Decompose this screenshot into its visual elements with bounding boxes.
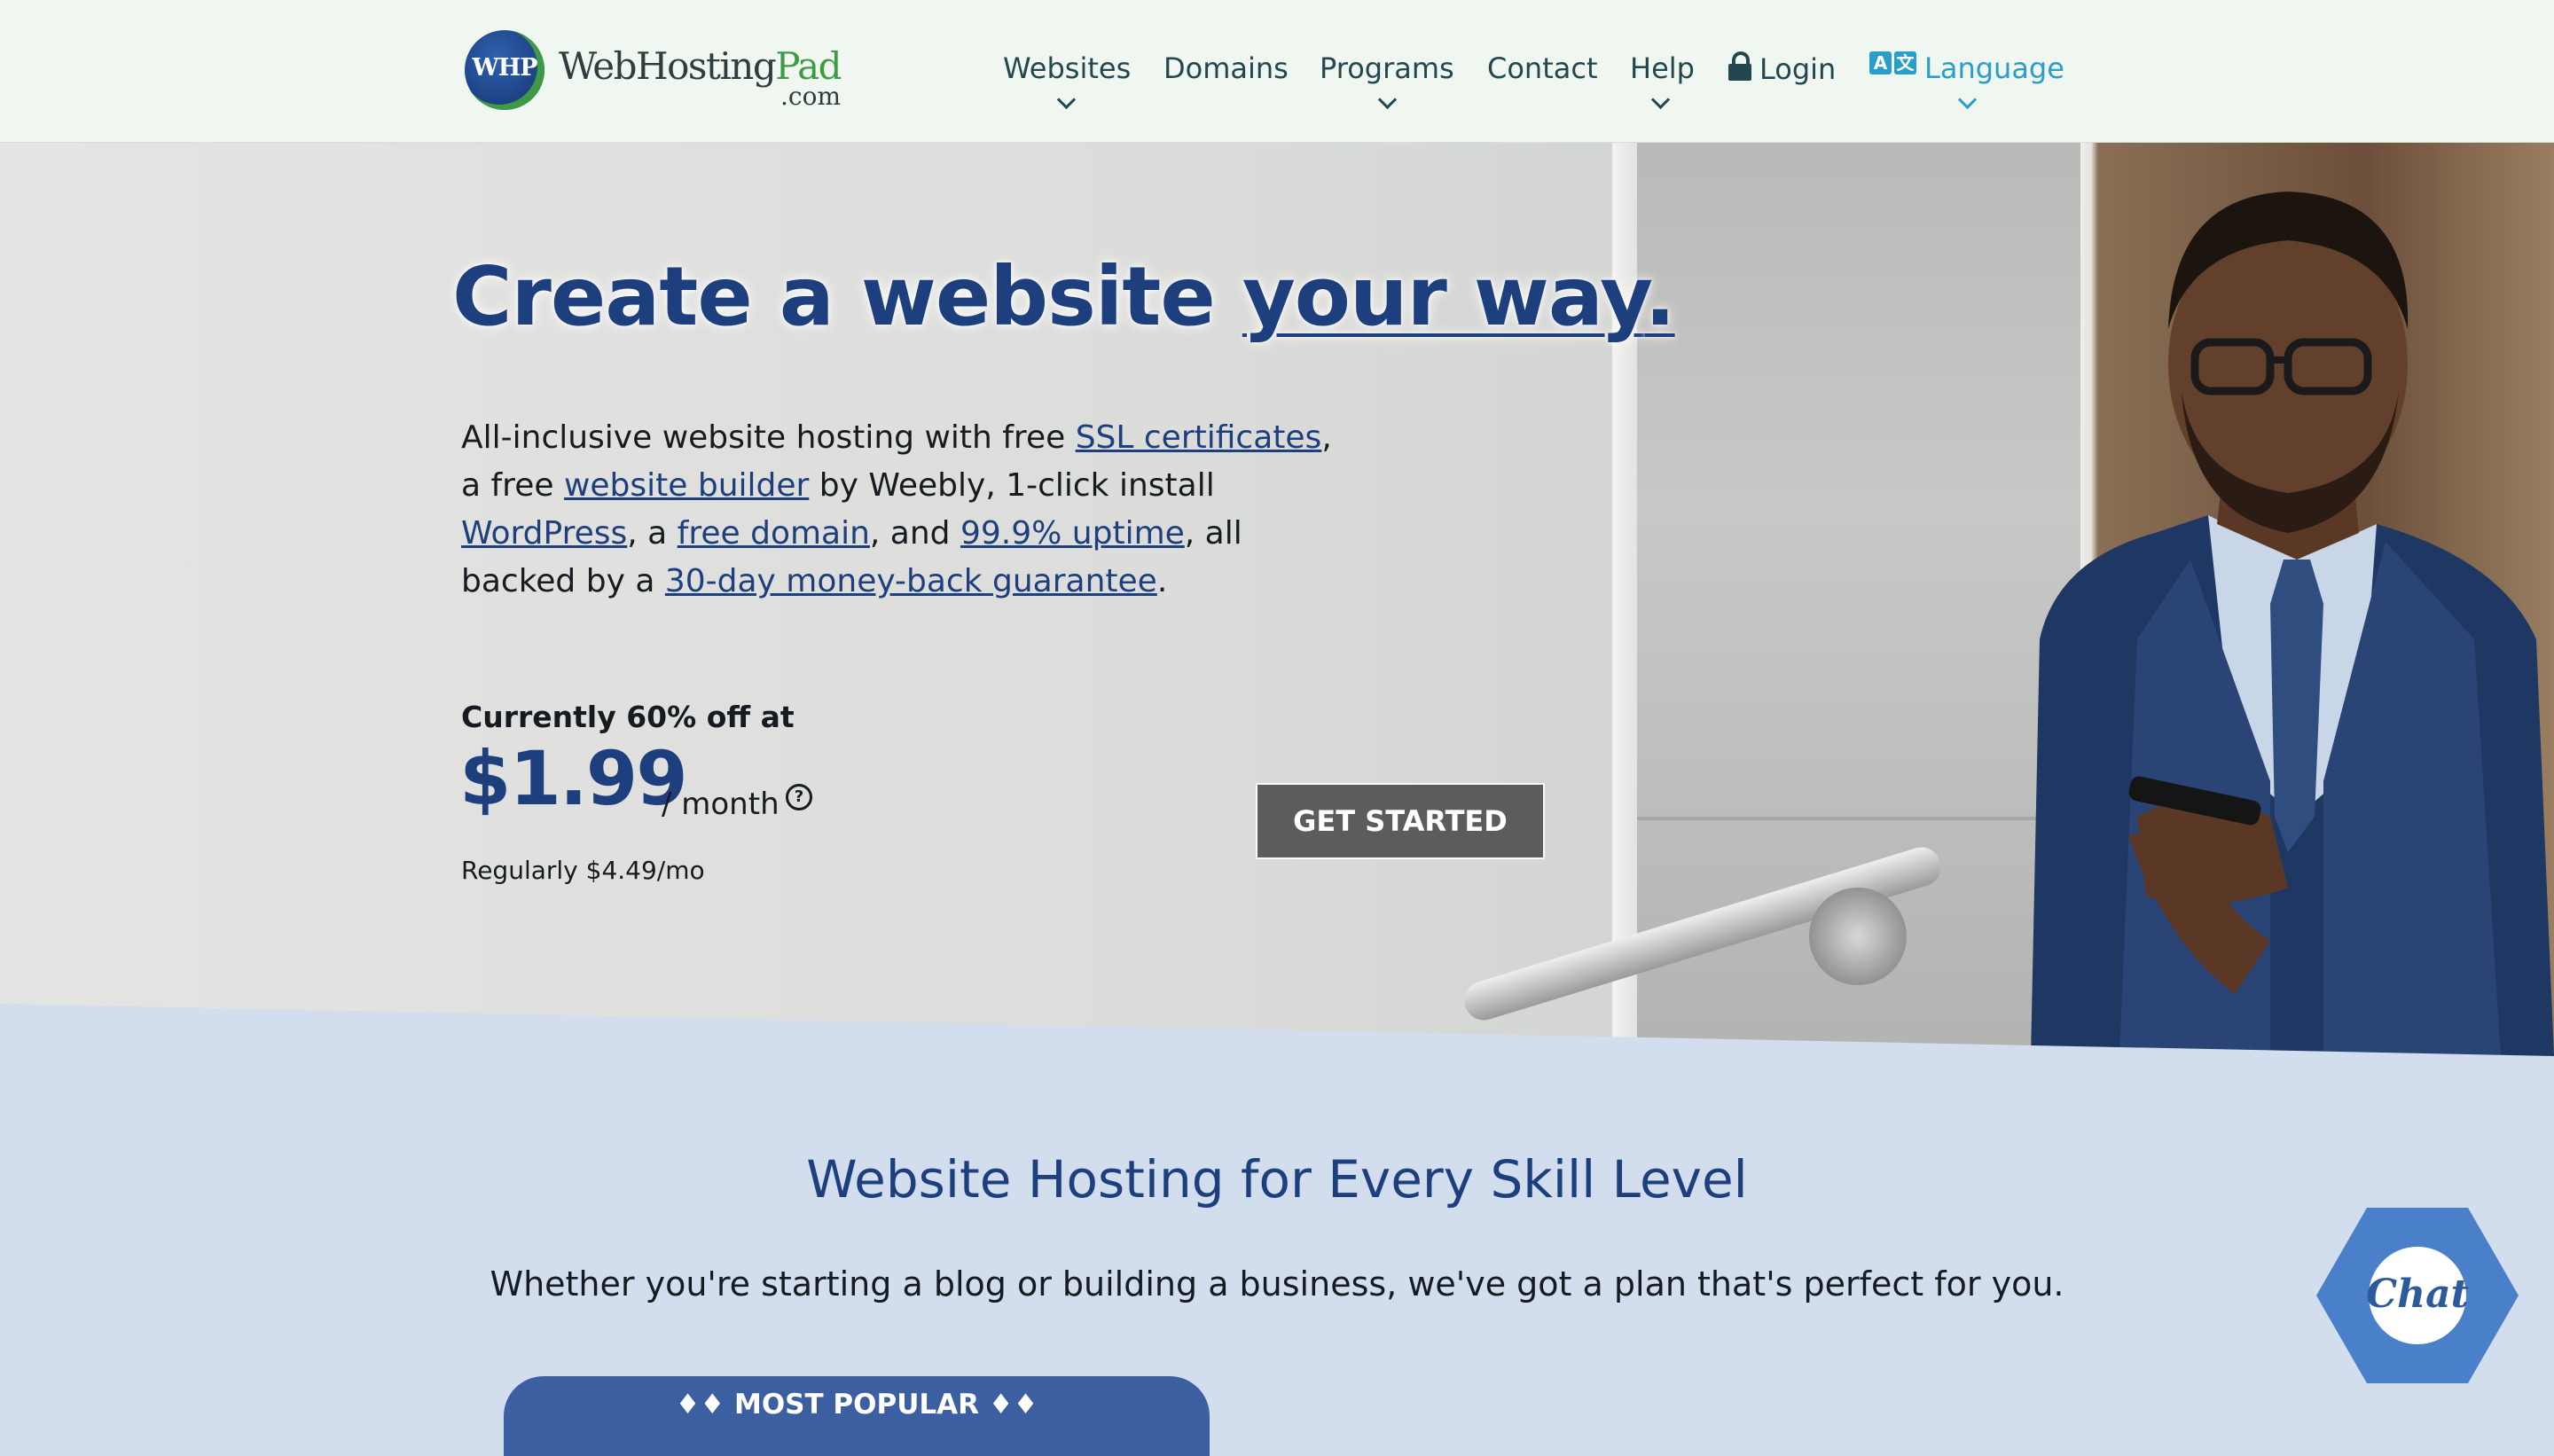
section-title: Website Hosting for Every Skill Level	[806, 1149, 1748, 1209]
nav-domains-label: Domains	[1163, 51, 1289, 85]
uptime-link[interactable]: 99.9% uptime	[960, 515, 1185, 552]
hero-title-emphasis: your way	[1242, 249, 1646, 344]
wordpress-link[interactable]: WordPress	[461, 515, 627, 552]
desc-text: All-inclusive website hosting with free	[461, 419, 1076, 456]
chevron-down-icon	[1377, 90, 1398, 110]
nav-help-label: Help	[1630, 51, 1695, 85]
nav-programs-label: Programs	[1320, 51, 1454, 85]
desc-text: , and	[869, 515, 960, 552]
free-domain-link[interactable]: free domain	[678, 515, 870, 552]
chevron-down-icon	[1056, 90, 1077, 110]
chevron-down-icon	[1957, 90, 1978, 110]
hero-title-period: .	[1644, 249, 1676, 344]
nav-contact[interactable]: Contact	[1487, 51, 1598, 85]
section-subtitle: Whether you're starting a blog or buildi…	[490, 1264, 2064, 1303]
question-help-icon[interactable]: ?	[786, 784, 812, 810]
chat-label: Chat	[2366, 1272, 2469, 1317]
desc-text: .	[1156, 563, 1168, 599]
logo-badge-text: WHP	[472, 54, 537, 82]
price-period: / month	[662, 787, 780, 822]
hero-title: Create a website your way.	[452, 249, 1676, 344]
chat-button[interactable]: Chat	[2316, 1208, 2519, 1383]
desc-text: by Weebly, 1-click install	[809, 467, 1215, 504]
nav-contact-label: Contact	[1487, 51, 1598, 85]
most-popular-badge: ♦♦ MOST POPULAR ♦♦	[504, 1376, 1210, 1456]
price-lead: Currently 60% off at	[461, 700, 795, 734]
nav-language[interactable]: A 文 Language	[1869, 51, 2064, 110]
nav-language-label: Language	[1924, 51, 2064, 85]
get-started-button[interactable]: GET STARTED	[1256, 783, 1545, 859]
price-amount: $1.99	[459, 735, 688, 822]
lock-icon	[1727, 51, 1752, 82]
chevron-down-icon	[1650, 90, 1671, 110]
logo-name-part1: WebHosting	[559, 44, 777, 88]
site-header: WHP WebHostingPad .com Websites Domains …	[0, 0, 2554, 143]
logo[interactable]: WHP WebHostingPad .com	[465, 28, 846, 111]
money-back-guarantee-link[interactable]: 30-day money-back guarantee	[665, 563, 1157, 599]
nav-login-label: Login	[1759, 52, 1837, 86]
nav-websites-label: Websites	[1003, 51, 1132, 85]
nav-login[interactable]: Login	[1727, 51, 1836, 86]
hero-person-image	[2031, 192, 2554, 1056]
logo-suffix: .com	[780, 82, 841, 111]
nav-domains[interactable]: Domains	[1163, 51, 1289, 85]
hero-photo-rail-mount	[1809, 888, 1907, 985]
nav-programs[interactable]: Programs	[1320, 51, 1454, 110]
regular-price: Regularly $4.49/mo	[461, 856, 705, 885]
desc-text: , a	[627, 515, 678, 552]
logo-globe-icon: WHP	[465, 30, 544, 110]
hero-description: All-inclusive website hosting with free …	[461, 414, 1357, 606]
hero-title-main: Create a website	[452, 249, 1242, 344]
ssl-certificates-link[interactable]: SSL certificates	[1076, 419, 1322, 456]
translate-icon: A文	[1869, 51, 1919, 78]
website-builder-link[interactable]: website builder	[564, 467, 809, 504]
hero-section: Create a website your way. All-inclusive…	[0, 143, 2554, 1056]
nav-websites[interactable]: Websites	[1003, 51, 1132, 110]
nav-help[interactable]: Help	[1630, 51, 1695, 110]
